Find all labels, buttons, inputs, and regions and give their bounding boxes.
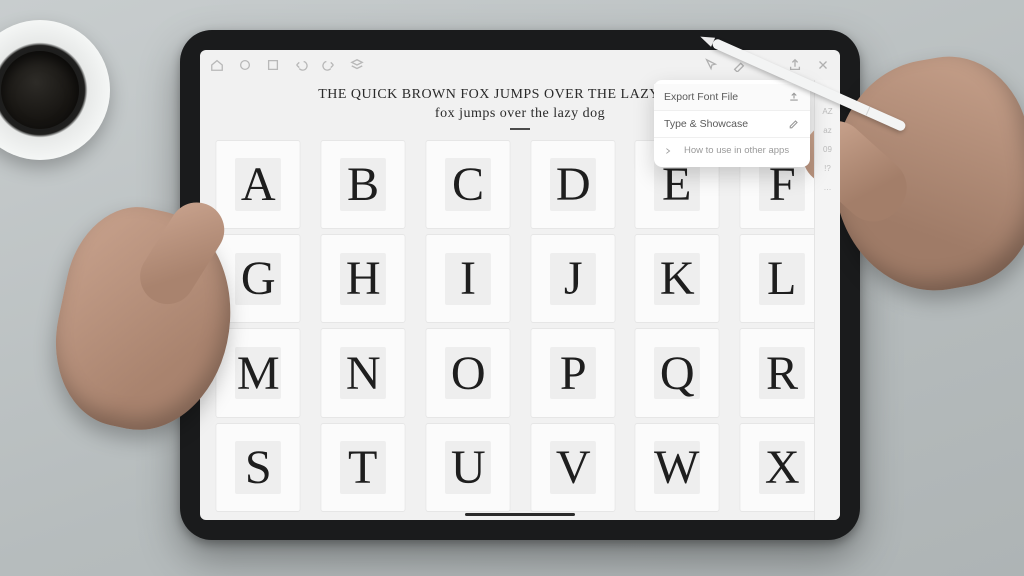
category-rail: ⊕AZaz09!?…	[814, 80, 840, 520]
glyph-cell[interactable]: H	[320, 234, 405, 323]
glyph-cell[interactable]: A	[215, 140, 300, 229]
glyph-letter: G	[241, 251, 276, 306]
glyph-cell[interactable]: U	[425, 423, 510, 512]
glyph-cell[interactable]: S	[215, 423, 300, 512]
style-icon[interactable]	[266, 58, 280, 72]
glyph-letter: P	[559, 346, 586, 401]
preview-underline	[510, 128, 530, 130]
glyph-cell[interactable]: Q	[635, 328, 720, 417]
close-icon[interactable]	[816, 58, 830, 72]
glyph-letter: R	[766, 346, 798, 401]
redo-icon[interactable]	[322, 58, 336, 72]
type-showcase-item[interactable]: Type & Showcase	[654, 110, 810, 137]
glyph-letter: K	[660, 251, 695, 306]
rail-item[interactable]: 09	[823, 145, 832, 154]
glyph-letter: D	[555, 157, 590, 212]
share-icon[interactable]	[788, 58, 802, 72]
glyph-cell[interactable]: T	[320, 423, 405, 512]
export-icon	[788, 91, 800, 103]
rail-item[interactable]: …	[824, 183, 832, 192]
glyph-cell[interactable]: B	[320, 140, 405, 229]
glyph-cell[interactable]: V	[530, 423, 615, 512]
glyph-cell[interactable]: L	[740, 234, 825, 323]
glyph-letter: Q	[660, 346, 695, 401]
popover-item-label: Export Font File	[664, 91, 738, 103]
glyph-cell[interactable]: O	[425, 328, 510, 417]
glyph-letter: X	[765, 440, 800, 495]
app-screen: THE QUICK BROWN FOX JUMPS OVER THE LAZY …	[200, 50, 840, 520]
glyph-letter: J	[563, 251, 582, 306]
ipad-device: THE QUICK BROWN FOX JUMPS OVER THE LAZY …	[180, 30, 860, 540]
edit-icon	[788, 118, 800, 130]
glyph-letter: I	[460, 251, 476, 306]
layers-icon[interactable]	[350, 58, 364, 72]
glyph-grid: ABCDEFGHIJKLMNOPQRSTUVWX	[200, 134, 840, 520]
glyph-letter: T	[348, 440, 377, 495]
glyph-letter: U	[450, 440, 485, 495]
glyph-letter: L	[767, 251, 796, 306]
chevron-right-icon	[664, 147, 672, 155]
export-font-file-item[interactable]: Export Font File	[654, 84, 810, 110]
home-indicator[interactable]	[465, 513, 575, 516]
glyph-cell[interactable]: W	[635, 423, 720, 512]
home-icon[interactable]	[210, 58, 224, 72]
glyph-cell[interactable]: C	[425, 140, 510, 229]
glyph-cell[interactable]: M	[215, 328, 300, 417]
popover-help-label: How to use in other apps	[684, 145, 800, 156]
glyph-letter: B	[347, 157, 379, 212]
rail-item[interactable]: az	[823, 126, 831, 135]
glyph-letter: H	[345, 251, 380, 306]
glyph-cell[interactable]: P	[530, 328, 615, 417]
export-popover: Export Font File Type & Showcase How to …	[654, 80, 810, 167]
glyph-letter: M	[236, 346, 279, 401]
glyph-letter: W	[655, 440, 700, 495]
glyph-letter: O	[450, 346, 485, 401]
glyph-cell[interactable]: N	[320, 328, 405, 417]
glyph-cell[interactable]: X	[740, 423, 825, 512]
glyph-cell[interactable]: I	[425, 234, 510, 323]
glyph-cell[interactable]: J	[530, 234, 615, 323]
glyph-letter: N	[345, 346, 380, 401]
pointer-icon[interactable]	[704, 58, 718, 72]
glyph-letter: V	[555, 440, 590, 495]
how-to-use-item[interactable]: How to use in other apps	[654, 137, 810, 163]
glyph-cell[interactable]: K	[635, 234, 720, 323]
glyph-letter: S	[245, 440, 272, 495]
glyph-letter: A	[241, 157, 276, 212]
glyph-letter: C	[452, 157, 484, 212]
rail-item[interactable]: !?	[824, 164, 831, 173]
glyph-cell[interactable]: D	[530, 140, 615, 229]
popover-item-label: Type & Showcase	[664, 118, 748, 130]
undo-icon[interactable]	[294, 58, 308, 72]
palette-icon[interactable]	[238, 58, 252, 72]
rail-item[interactable]: AZ	[822, 107, 832, 116]
glyph-cell[interactable]: R	[740, 328, 825, 417]
